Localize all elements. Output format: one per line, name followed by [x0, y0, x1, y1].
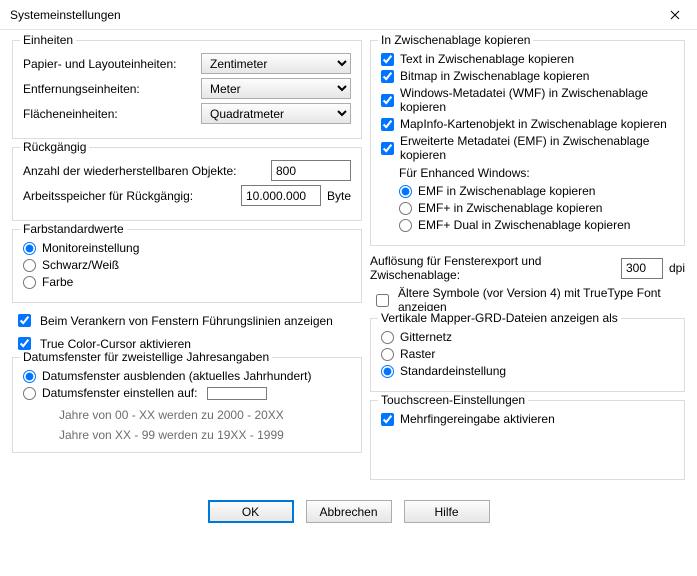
color-monitor-radio[interactable]: Monitoreinstellung: [23, 241, 351, 255]
date-hide-label: Datumsfenster ausblenden (aktuelles Jahr…: [42, 369, 311, 383]
paper-units-label: Papier- und Layouteinheiten:: [23, 57, 201, 71]
resolution-label: Auflösung für Fensterexport und Zwischen…: [370, 254, 615, 282]
right-column: In Zwischenablage kopieren Text in Zwisc…: [370, 40, 685, 488]
undo-group: Rückgängig Anzahl der wiederherstellbare…: [12, 147, 362, 221]
clip-mapinfo-check[interactable]: MapInfo-Kartenobjekt in Zwischenablage k…: [381, 117, 674, 131]
units-group: Einheiten Papier- und Layouteinheiten: Z…: [12, 40, 362, 139]
grd-default-label: Standardeinstellung: [400, 364, 506, 378]
clip-emf-ext-label: Erweiterte Metadatei (EMF) in Zwischenab…: [400, 134, 674, 162]
undo-memory-unit: Byte: [327, 189, 351, 203]
clip-wmf-label: Windows-Metadatei (WMF) in Zwischenablag…: [400, 86, 674, 114]
undo-legend: Rückgängig: [20, 140, 89, 154]
clip-bitmap-label: Bitmap in Zwischenablage kopieren: [400, 69, 589, 83]
color-monitor-label: Monitoreinstellung: [42, 241, 139, 255]
true-color-cursor-label: True Color-Cursor aktivieren: [40, 337, 191, 351]
touch-multi-check[interactable]: Mehrfingereingabe aktivieren: [381, 412, 674, 426]
color-bw-radio[interactable]: Schwarz/Weiß: [23, 258, 351, 272]
close-icon: [670, 10, 680, 20]
titlebar: Systemeinstellungen: [0, 0, 697, 30]
clipboard-group: In Zwischenablage kopieren Text in Zwisc…: [370, 40, 685, 246]
clip-wmf-check[interactable]: Windows-Metadatei (WMF) in Zwischenablag…: [381, 86, 674, 114]
area-units-select[interactable]: Quadratmeter: [201, 103, 351, 124]
area-units-label: Flächeneinheiten:: [23, 107, 201, 121]
grd-raster-radio[interactable]: Raster: [381, 347, 674, 361]
colors-legend: Farbstandardwerte: [20, 222, 127, 236]
color-bw-label: Schwarz/Weiß: [42, 258, 119, 272]
enhanced-label: Für Enhanced Windows:: [381, 166, 674, 180]
emf-plus-label: EMF+ in Zwischenablage kopieren: [418, 201, 602, 215]
window-title: Systemeinstellungen: [10, 8, 121, 22]
grd-raster-label: Raster: [400, 347, 435, 361]
dialog-buttons: OK Abbrechen Hilfe: [0, 494, 697, 533]
emf-dual-radio[interactable]: EMF+ Dual in Zwischenablage kopieren: [381, 218, 674, 232]
resolution-row: Auflösung für Fensterexport und Zwischen…: [370, 254, 685, 282]
cancel-button[interactable]: Abbrechen: [306, 500, 392, 523]
undo-memory-input[interactable]: [241, 185, 321, 206]
grd-grid-label: Gitternetz: [400, 330, 452, 344]
dialog-content: Einheiten Papier- und Layouteinheiten: Z…: [0, 30, 697, 494]
old-symbols-label: Ältere Symbole (vor Version 4) mit TrueT…: [398, 286, 685, 314]
grd-default-radio[interactable]: Standardeinstellung: [381, 364, 674, 378]
clip-mapinfo-label: MapInfo-Kartenobjekt in Zwischenablage k…: [400, 117, 667, 131]
emf-dual-label: EMF+ Dual in Zwischenablage kopieren: [418, 218, 630, 232]
date-hide-radio[interactable]: Datumsfenster ausblenden (aktuelles Jahr…: [23, 369, 351, 383]
paper-units-select[interactable]: Zentimeter: [201, 53, 351, 74]
grd-grid-radio[interactable]: Gitternetz: [381, 330, 674, 344]
units-legend: Einheiten: [20, 33, 76, 47]
undo-objects-label: Anzahl der wiederherstellbaren Objekte:: [23, 164, 271, 178]
undo-memory-label: Arbeitsspeicher für Rückgängig:: [23, 189, 241, 203]
distance-units-label: Entfernungseinheiten:: [23, 82, 201, 96]
clipboard-legend: In Zwischenablage kopieren: [378, 33, 533, 47]
date-set-input[interactable]: [207, 387, 267, 400]
colors-group: Farbstandardwerte Monitoreinstellung Sch…: [12, 229, 362, 303]
clip-emf-ext-check[interactable]: Erweiterte Metadatei (EMF) in Zwischenab…: [381, 134, 674, 162]
emf-label: EMF in Zwischenablage kopieren: [418, 184, 595, 198]
touch-legend: Touchscreen-Einstellungen: [378, 393, 528, 407]
grd-legend: Vertikale Mapper-GRD-Dateien anzeigen al…: [378, 311, 621, 325]
grd-group: Vertikale Mapper-GRD-Dateien anzeigen al…: [370, 318, 685, 392]
color-color-label: Farbe: [42, 275, 73, 289]
clip-text-check[interactable]: Text in Zwischenablage kopieren: [381, 52, 674, 66]
touch-group: Touchscreen-Einstellungen Mehrfingereing…: [370, 400, 685, 480]
undo-objects-input[interactable]: [271, 160, 351, 181]
ok-button[interactable]: OK: [208, 500, 294, 523]
resolution-input[interactable]: [621, 258, 663, 279]
clip-text-label: Text in Zwischenablage kopieren: [400, 52, 574, 66]
date-set-radio[interactable]: Datumsfenster einstellen auf:: [23, 386, 197, 400]
emf-plus-radio[interactable]: EMF+ in Zwischenablage kopieren: [381, 201, 674, 215]
left-column: Einheiten Papier- und Layouteinheiten: Z…: [12, 40, 362, 488]
anchor-guides-check[interactable]: Beim Verankern von Fenstern Führungslini…: [14, 311, 362, 330]
date-set-radio-row: Datumsfenster einstellen auf:: [23, 386, 351, 400]
date-window-group: Datumsfenster für zweistellige Jahresang…: [12, 357, 362, 453]
old-symbols-check[interactable]: Ältere Symbole (vor Version 4) mit TrueT…: [372, 286, 685, 314]
date-hint1: Jahre von 00 - XX werden zu 2000 - 20XX: [23, 408, 351, 422]
date-hint2: Jahre von XX - 99 werden zu 19XX - 1999: [23, 428, 351, 442]
anchor-guides-label: Beim Verankern von Fenstern Führungslini…: [40, 314, 333, 328]
emf-radio[interactable]: EMF in Zwischenablage kopieren: [381, 184, 674, 198]
distance-units-select[interactable]: Meter: [201, 78, 351, 99]
resolution-unit: dpi: [669, 261, 685, 275]
date-window-legend: Datumsfenster für zweistellige Jahresang…: [20, 350, 272, 364]
touch-multi-label: Mehrfingereingabe aktivieren: [400, 412, 555, 426]
date-set-label: Datumsfenster einstellen auf:: [42, 386, 197, 400]
clip-bitmap-check[interactable]: Bitmap in Zwischenablage kopieren: [381, 69, 674, 83]
close-button[interactable]: [652, 0, 697, 30]
help-button[interactable]: Hilfe: [404, 500, 490, 523]
color-color-radio[interactable]: Farbe: [23, 275, 351, 289]
